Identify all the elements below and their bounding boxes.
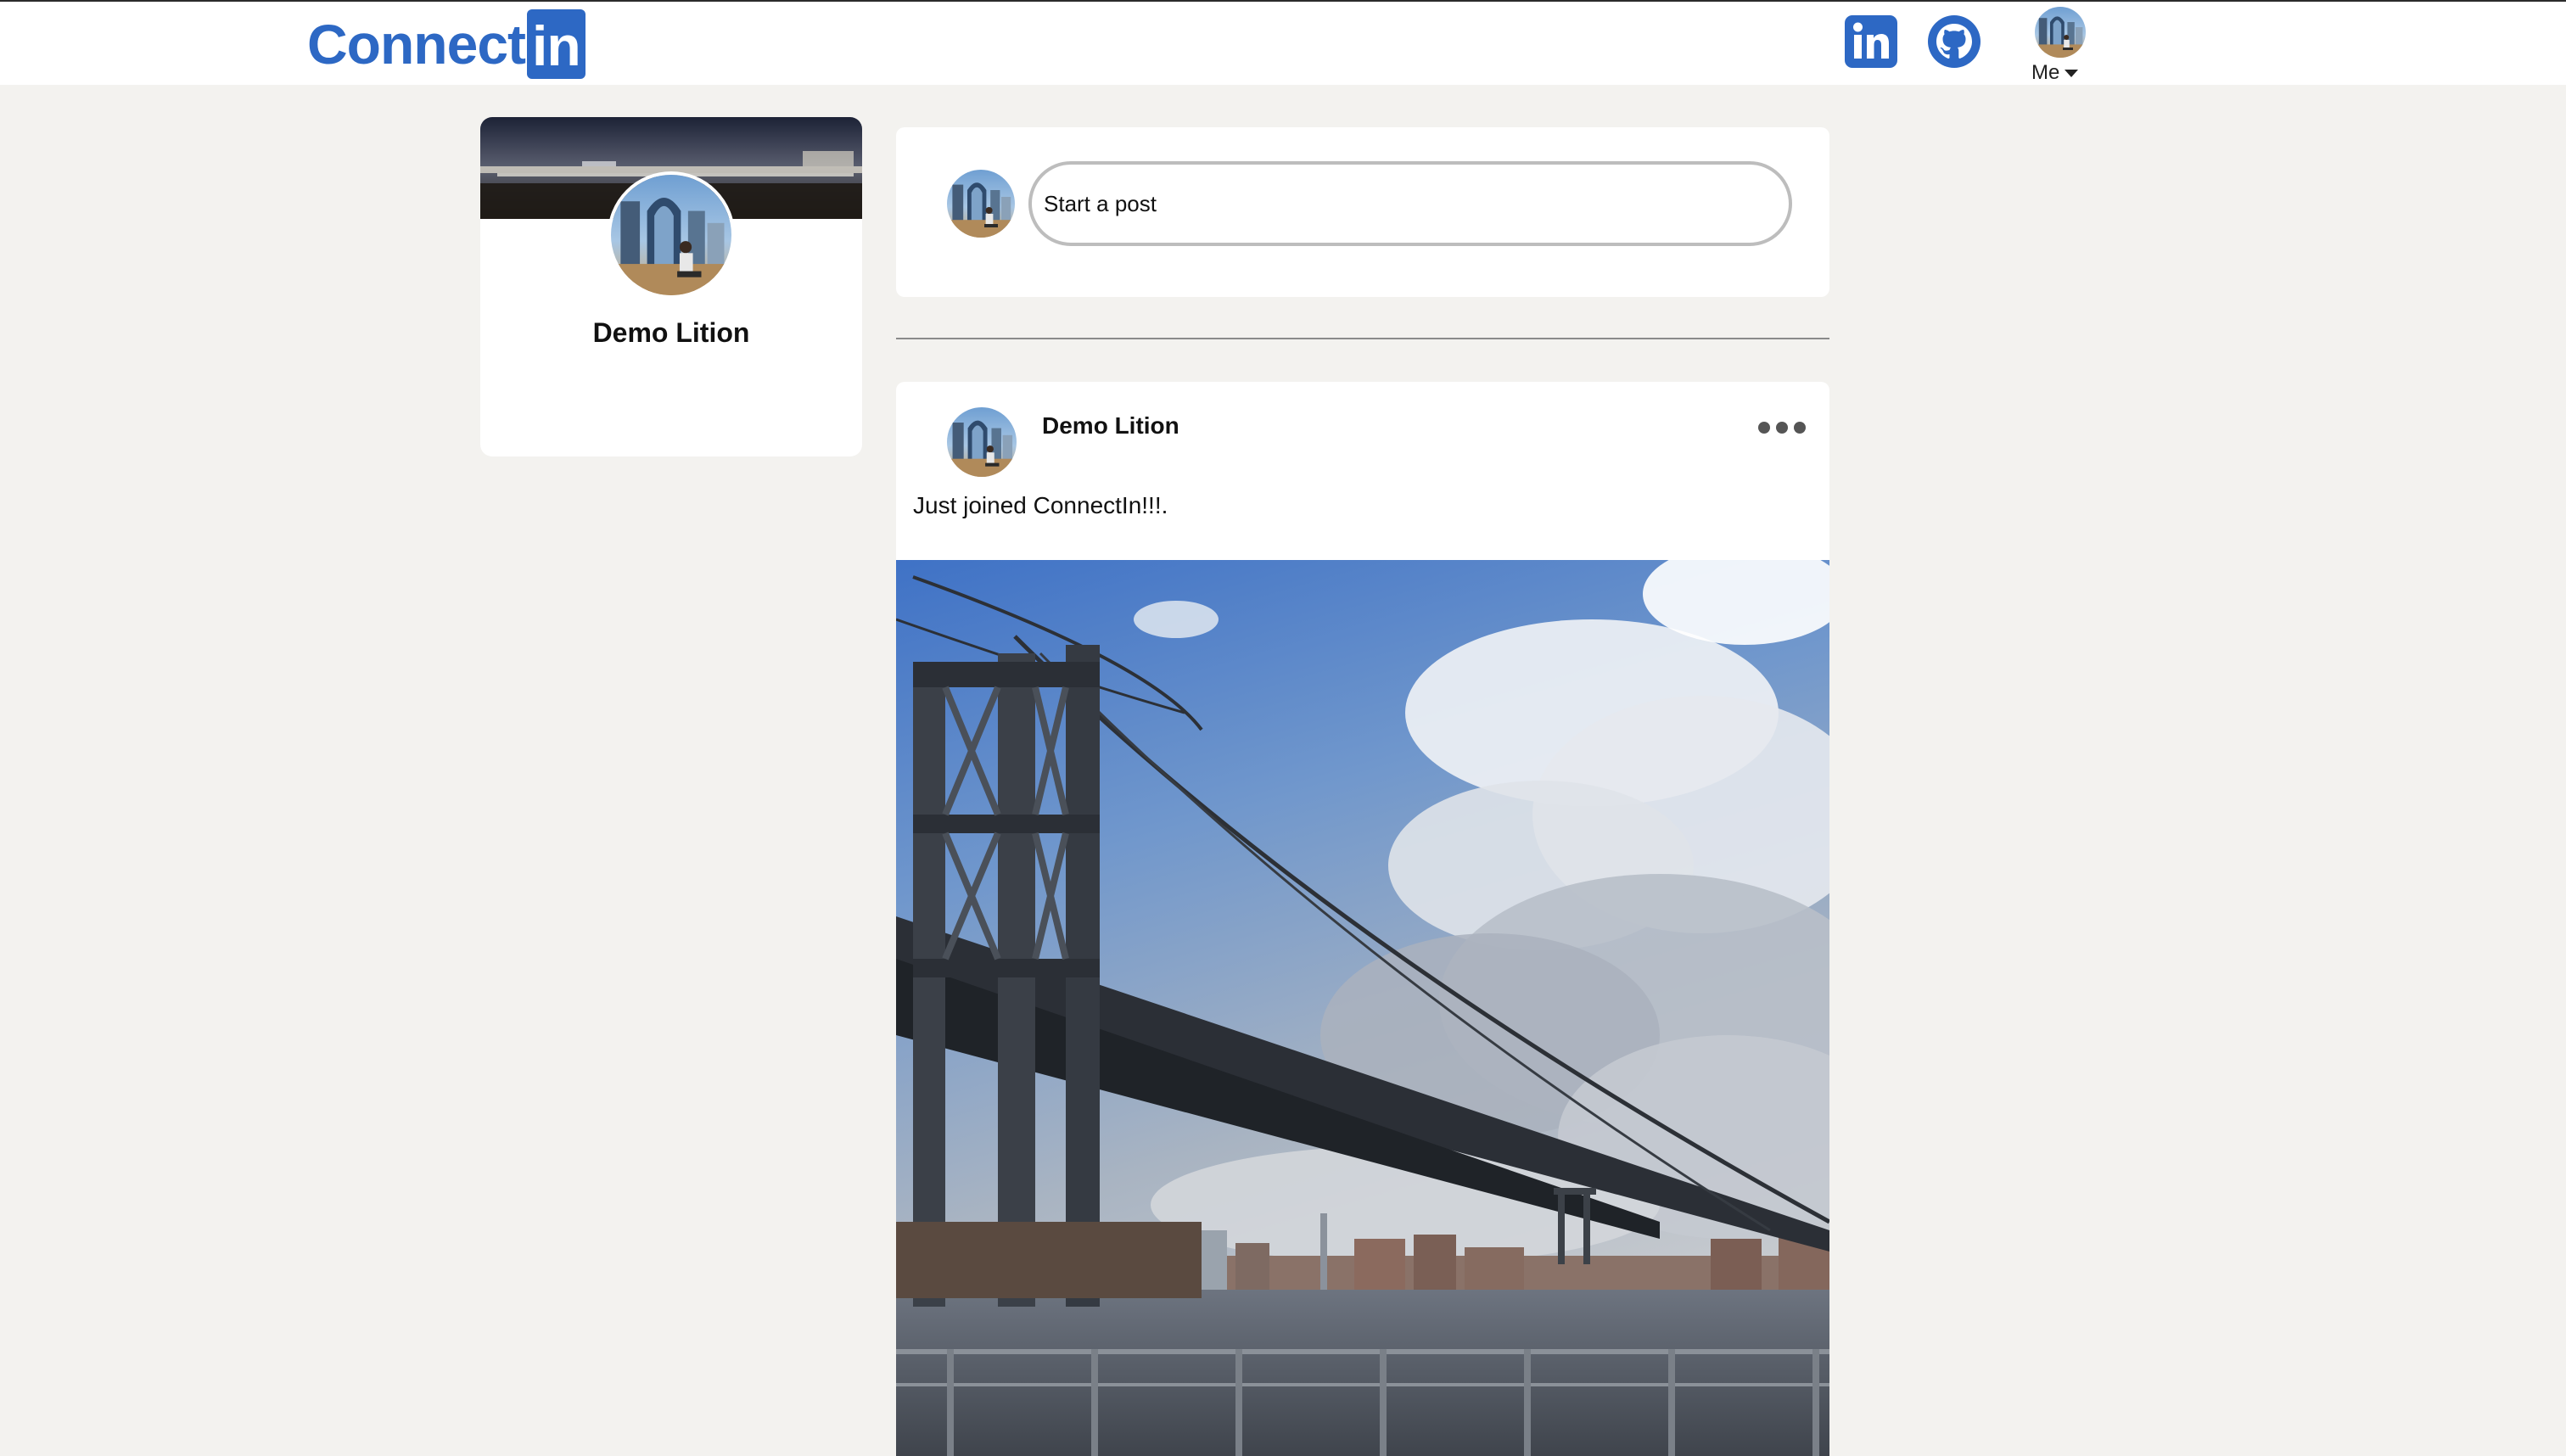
me-menu-label-wrap: Me	[2031, 61, 2079, 85]
logo-text: Connect	[307, 13, 526, 76]
top-navbar: Connect in Me	[0, 0, 2566, 85]
avatar	[947, 170, 1015, 238]
post-card: Demo Lition Just joined ConnectIn!!!.	[896, 382, 1829, 1456]
caret-down-icon	[2065, 70, 2079, 78]
post-image-bridge	[896, 560, 1829, 1456]
avatar	[2035, 7, 2086, 58]
more-options-icon[interactable]	[1758, 419, 1806, 436]
profile-name[interactable]: Demo Lition	[480, 317, 862, 349]
start-post-input[interactable]	[1028, 161, 1792, 246]
post-text: Just joined ConnectIn!!!.	[913, 492, 1168, 518]
post-composer	[896, 127, 1829, 297]
feed-divider	[896, 338, 1829, 339]
linkedin-icon[interactable]	[1843, 14, 1899, 70]
logo-in-box: in	[527, 9, 585, 79]
me-menu[interactable]: Me	[2028, 5, 2087, 85]
profile-avatar[interactable]	[608, 171, 735, 299]
connectin-logo[interactable]: Connect in	[307, 8, 585, 80]
post-author-name[interactable]: Demo Lition	[1042, 412, 1179, 440]
github-icon[interactable]	[1926, 14, 1982, 70]
avatar[interactable]	[947, 407, 1017, 477]
me-label: Me	[2031, 61, 2060, 84]
profile-card: Demo Lition	[480, 117, 862, 456]
